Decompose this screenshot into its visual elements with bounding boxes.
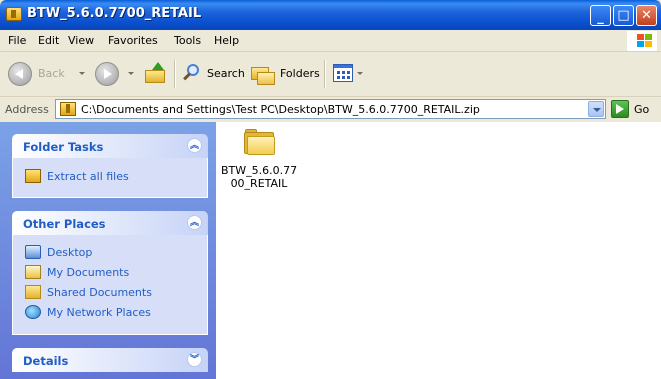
close-button[interactable]: ✕ — [636, 5, 657, 26]
shared-documents-icon — [25, 285, 41, 299]
toolbar-separator — [174, 60, 176, 88]
other-places-body: Desktop My Documents Shared Documents My… — [12, 235, 208, 335]
collapse-chevron-icon[interactable]: ︽ — [187, 215, 202, 230]
views-icon[interactable] — [333, 64, 353, 82]
folder-icon — [244, 128, 276, 156]
details-header[interactable]: Details ︾ — [12, 348, 208, 372]
forward-dropdown-icon[interactable] — [128, 72, 134, 75]
place-label[interactable]: Desktop — [47, 246, 92, 259]
address-input[interactable]: C:\Documents and Settings\Test PC\Deskto… — [55, 99, 606, 119]
windows-logo-icon — [627, 31, 657, 51]
close-icon: ✕ — [641, 8, 652, 23]
go-button[interactable]: Go — [634, 103, 649, 116]
desktop-icon — [25, 245, 41, 259]
my-documents-icon — [25, 265, 41, 279]
folders-button[interactable]: Folders — [280, 67, 320, 80]
panel-title: Other Places — [23, 217, 106, 231]
other-places-panel: Other Places ︽ Desktop My Documents Shar… — [12, 211, 208, 335]
zip-folder-icon — [6, 7, 22, 21]
toolbar-separator — [324, 60, 326, 88]
views-dropdown-icon[interactable] — [357, 72, 363, 75]
menu-view[interactable]: View — [68, 34, 94, 47]
forward-icon[interactable] — [95, 62, 119, 86]
back-icon[interactable] — [8, 62, 32, 86]
menu-edit[interactable]: Edit — [38, 34, 59, 47]
menu-file[interactable]: File — [8, 34, 26, 47]
minimize-icon: _ — [597, 10, 604, 25]
folder-tasks-header[interactable]: Folder Tasks ︽ — [12, 134, 208, 158]
menu-bar: File Edit View Favorites Tools Help — [0, 30, 661, 52]
task-label[interactable]: Extract all files — [47, 170, 129, 183]
title-bar[interactable]: BTW_5.6.0.7700_RETAIL _ □ ✕ — [0, 0, 661, 30]
place-label[interactable]: My Network Places — [47, 306, 151, 319]
search-button[interactable]: Search — [207, 67, 245, 80]
toolbar: Back Search Folders — [0, 52, 661, 97]
maximize-button[interactable]: □ — [613, 5, 634, 26]
file-name[interactable]: BTW_5.6.0.77 00_RETAIL — [216, 164, 302, 190]
folder-tasks-panel: Folder Tasks ︽ Extract all files — [12, 134, 208, 198]
address-label: Address — [5, 103, 49, 116]
expand-chevron-icon[interactable]: ︾ — [187, 352, 202, 367]
task-pane: Folder Tasks ︽ Extract all files Other P… — [0, 122, 216, 379]
panel-title: Details — [23, 354, 69, 368]
window-title: BTW_5.6.0.7700_RETAIL — [27, 6, 202, 21]
zip-folder-icon — [25, 169, 41, 183]
menu-help[interactable]: Help — [214, 34, 239, 47]
address-value[interactable]: C:\Documents and Settings\Test PC\Deskto… — [81, 103, 480, 116]
folder-tasks-body: Extract all files — [12, 158, 208, 198]
other-places-header[interactable]: Other Places ︽ — [12, 211, 208, 235]
details-panel: Details ︾ — [12, 348, 208, 372]
file-name-line1: BTW_5.6.0.77 — [220, 164, 298, 177]
search-icon[interactable] — [182, 63, 202, 85]
zip-folder-icon — [60, 102, 76, 116]
go-arrow-icon[interactable] — [611, 100, 629, 118]
network-places-icon — [25, 305, 41, 319]
folder-up-icon[interactable] — [143, 62, 167, 84]
panel-title: Folder Tasks — [23, 140, 104, 154]
place-label[interactable]: Shared Documents — [47, 286, 152, 299]
back-dropdown-icon[interactable] — [79, 72, 85, 75]
menu-favorites[interactable]: Favorites — [108, 34, 158, 47]
back-button-label[interactable]: Back — [38, 67, 65, 80]
folders-icon[interactable] — [251, 63, 275, 85]
explorer-window: BTW_5.6.0.7700_RETAIL _ □ ✕ File Edit Vi… — [0, 0, 661, 379]
address-dropdown-icon[interactable] — [588, 101, 604, 117]
address-bar: Address C:\Documents and Settings\Test P… — [0, 97, 661, 121]
file-list[interactable]: BTW_5.6.0.77 00_RETAIL — [216, 122, 661, 379]
menu-tools[interactable]: Tools — [174, 34, 201, 47]
maximize-icon: □ — [617, 8, 630, 23]
minimize-button[interactable]: _ — [590, 5, 611, 26]
place-label[interactable]: My Documents — [47, 266, 129, 279]
file-item[interactable]: BTW_5.6.0.77 00_RETAIL — [216, 122, 306, 202]
collapse-chevron-icon[interactable]: ︽ — [187, 138, 202, 153]
file-name-line2: 00_RETAIL — [230, 177, 288, 190]
